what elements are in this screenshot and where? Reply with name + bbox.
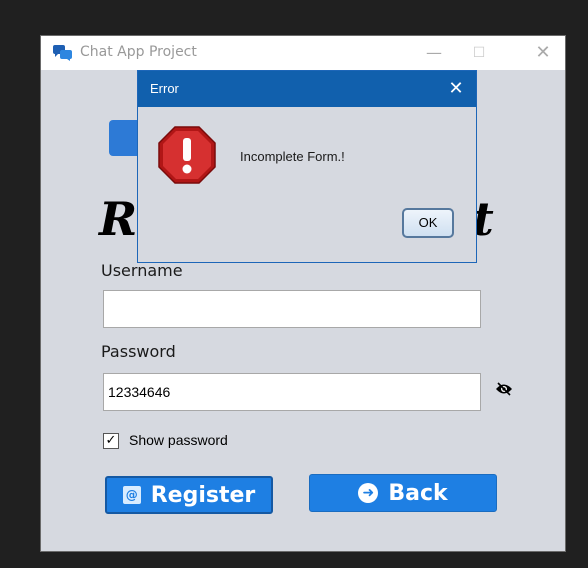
window-titlebar[interactable]: Chat App Project — ☐ ✕ [41,36,565,70]
minimize-button[interactable]: — [414,38,454,68]
error-dialog: Error ✕ Incomplete Form.! OK [137,70,477,263]
register-label: Register [150,482,256,508]
arrow-right-icon: ➜ [358,483,379,503]
chat-bubbles-icon [53,45,72,61]
password-field[interactable] [103,373,481,411]
back-label: Back [388,480,448,506]
close-button[interactable]: ✕ [523,38,563,68]
show-password-checkbox[interactable]: ✓ [103,433,119,449]
dialog-body: Incomplete Form.! OK [138,107,476,262]
error-stop-icon [158,126,216,184]
username-label: Username [101,261,183,280]
maximize-button[interactable]: ☐ [459,38,499,68]
eye-icon[interactable] [495,382,513,396]
dialog-title: Error [150,81,179,96]
ok-button[interactable]: OK [402,208,454,238]
dialog-message: Incomplete Form.! [240,149,345,164]
dialog-close-button[interactable]: ✕ [442,75,470,103]
window-title: Chat App Project [80,44,197,60]
dialog-titlebar[interactable]: Error ✕ [138,71,476,107]
back-button[interactable]: ➜ Back [309,474,497,512]
username-field[interactable] [103,290,481,328]
show-password-label: Show password [129,432,228,448]
password-label: Password [101,342,176,361]
register-button[interactable]: @ Register [105,476,273,514]
at-sign-icon: @ [122,486,141,504]
